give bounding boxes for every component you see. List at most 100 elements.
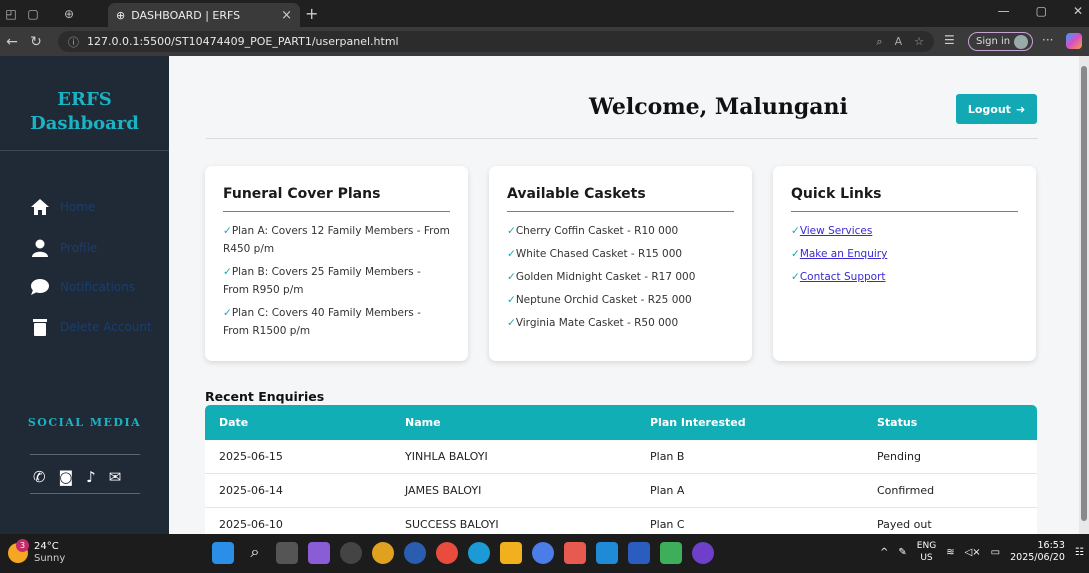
clock-date: 2025/06/20 [1010, 552, 1065, 563]
window-controls: — ▢ ✕ [998, 4, 1083, 18]
casket-text: Cherry Coffin Casket - R10 000 [515, 225, 679, 237]
cell-status: Confirmed [877, 484, 935, 497]
trash-icon [33, 319, 47, 336]
card-quick-links: Quick Links ✓View Services ✓Make an Enqu… [773, 166, 1036, 361]
sign-in-button[interactable]: Sign in [968, 32, 1034, 51]
plan-text: Plan C: Covers 40 Family Members - From … [223, 307, 421, 337]
favorite-star-icon[interactable]: ☆ [914, 35, 924, 49]
casket-text: Neptune Orchid Casket - R25 000 [515, 294, 692, 306]
sidebar-item-label: Home [60, 200, 96, 214]
column-header-plan: Plan Interested [650, 416, 746, 429]
file-explorer-icon[interactable] [500, 542, 522, 564]
instagram-icon[interactable]: ◙ [59, 468, 74, 486]
back-icon[interactable]: ← [0, 34, 24, 50]
plan-text: Plan A: Covers 12 Family Members - From … [223, 225, 450, 255]
column-header-status: Status [877, 416, 918, 429]
check-icon: ✓ [507, 294, 516, 306]
refresh-icon[interactable]: ↻ [24, 34, 48, 50]
vscode-icon[interactable] [596, 542, 618, 564]
card-title: Funeral Cover Plans [223, 186, 450, 212]
chrome-icon[interactable] [436, 542, 458, 564]
weather-widget[interactable]: 3 24°C Sunny [8, 539, 66, 565]
task-view-icon[interactable] [276, 542, 298, 564]
chevron-up-icon[interactable]: ^ [880, 547, 888, 558]
app-icon[interactable] [372, 542, 394, 564]
taskbar: 3 24°C Sunny ⌕ ^ ✎ ENG US ≋ ◁× ▭ 16:53 2… [0, 534, 1089, 573]
tab-close-icon[interactable]: × [281, 8, 292, 23]
github-icon[interactable] [692, 542, 714, 564]
link-make-enquiry[interactable]: Make an Enquiry [800, 248, 887, 260]
casket-text: White Chased Casket - R15 000 [515, 248, 683, 260]
sidebar-item-label: Notifications [60, 280, 136, 294]
clock[interactable]: 16:53 2025/06/20 [1010, 540, 1065, 564]
close-window-icon[interactable]: ✕ [1073, 4, 1083, 18]
check-icon: ✓ [507, 271, 516, 283]
link-view-services[interactable]: View Services [800, 225, 873, 237]
cell-name: JAMES BALOYI [405, 484, 482, 497]
visual-studio-icon[interactable] [308, 542, 330, 564]
list-item: ✓Virginia Mate Casket - R50 000 [507, 314, 734, 332]
restore-icon[interactable]: ▢ [1036, 4, 1047, 18]
header-divider [206, 138, 1038, 139]
list-item: ✓White Chased Casket - R15 000 [507, 245, 734, 263]
user-icon [32, 239, 48, 257]
language-indicator[interactable]: ENG US [917, 540, 936, 564]
start-icon[interactable] [212, 542, 234, 564]
sidebar-item-home[interactable]: Home [30, 198, 95, 216]
system-tray: ^ ✎ ENG US ≋ ◁× ▭ 16:53 2025/06/20 ☷ [880, 540, 1089, 564]
lang-code: ENG [916, 541, 937, 551]
tray-app-icon[interactable]: ✎ [898, 547, 906, 558]
globe-icon[interactable]: ⊕ [58, 7, 80, 21]
logout-button[interactable]: Logout ➜ [956, 94, 1037, 124]
clock-time: 16:53 [1037, 540, 1065, 551]
new-tab-icon[interactable]: + [305, 4, 318, 23]
check-icon: ✓ [223, 307, 232, 319]
chatgpt-icon[interactable] [340, 542, 362, 564]
edge-dev-icon[interactable] [660, 542, 682, 564]
whatsapp-icon[interactable]: ✆ [33, 468, 46, 486]
check-icon: ✓ [507, 317, 516, 329]
app-icon[interactable] [564, 542, 586, 564]
sidebar-item-profile[interactable]: Profile [30, 239, 97, 257]
notification-icon[interactable]: ☷ [1075, 547, 1084, 558]
tiktok-icon[interactable]: ♪ [86, 468, 96, 486]
url-text: 127.0.0.1:5500/ST10474409_POE_PART1/user… [87, 35, 399, 48]
more-menu-icon[interactable]: ··· [1042, 33, 1053, 47]
sidebar-item-notifications[interactable]: Notifications [30, 278, 135, 296]
app-icon[interactable] [532, 542, 554, 564]
info-icon[interactable]: ⓘ [68, 34, 79, 50]
read-aloud-icon[interactable]: A [895, 35, 903, 49]
word-icon[interactable] [628, 542, 650, 564]
minimize-icon[interactable]: — [998, 4, 1010, 18]
browser-tab[interactable]: ⊕ DASHBOARD | ERFS × [108, 3, 300, 27]
list-item: ✓Golden Midnight Casket - R17 000 [507, 268, 734, 286]
column-header-date: Date [219, 416, 249, 429]
cell-date: 2025-06-10 [219, 518, 283, 531]
search-icon[interactable]: ⌕ [244, 542, 266, 564]
social-divider-bottom [30, 493, 140, 494]
url-field[interactable]: ⓘ 127.0.0.1:5500/ST10474409_POE_PART1/us… [58, 31, 934, 52]
table-row: 2025-06-15 YINHLA BALOYI Plan B Pending [205, 440, 1037, 474]
workspaces-icon[interactable]: ◰ [0, 7, 22, 21]
envelope-icon[interactable]: ✉ [109, 468, 122, 486]
edge-icon[interactable] [468, 542, 490, 564]
cell-status: Pending [877, 450, 921, 463]
weather-condition: Sunny [34, 553, 66, 564]
battery-icon[interactable]: ▭ [991, 547, 1000, 558]
link-contact-support[interactable]: Contact Support [800, 271, 886, 283]
volume-muted-icon[interactable]: ◁× [965, 547, 981, 558]
favorites-icon[interactable]: ☰ [944, 33, 955, 47]
card-title: Quick Links [791, 186, 1018, 212]
copilot-icon[interactable] [1066, 33, 1082, 49]
zoom-icon[interactable]: ⌕ [876, 35, 882, 49]
scrollbar-thumb[interactable] [1081, 66, 1087, 521]
card-title: Available Caskets [507, 186, 734, 212]
browser-tab-bar: ◰ ▢ ⊕ ⊕ DASHBOARD | ERFS × + — ▢ ✕ [0, 0, 1089, 27]
wifi-icon[interactable]: ≋ [946, 547, 954, 558]
check-icon: ✓ [791, 225, 800, 237]
page-scrollbar[interactable] [1079, 56, 1089, 534]
cell-date: 2025-06-15 [219, 450, 283, 463]
tab-actions-icon[interactable]: ▢ [22, 7, 44, 21]
sidebar-item-delete-account[interactable]: Delete Account [30, 318, 152, 336]
app-icon[interactable] [404, 542, 426, 564]
